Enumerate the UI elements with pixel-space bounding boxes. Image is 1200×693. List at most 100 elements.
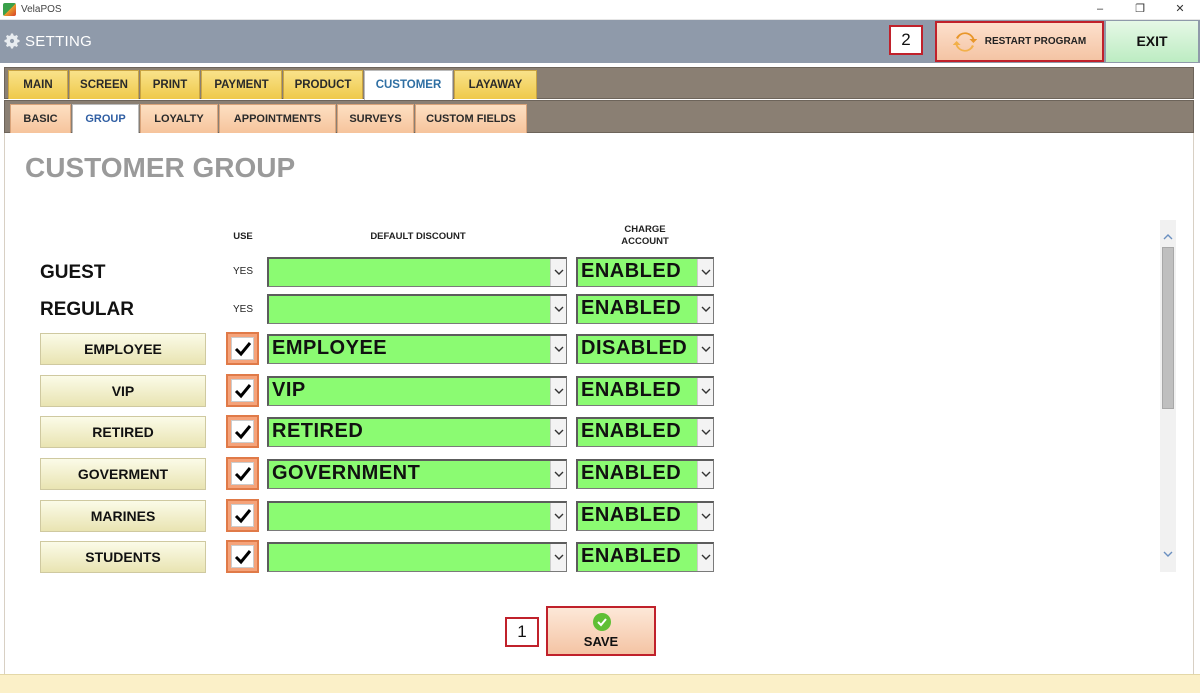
subtab-loyalty[interactable]: LOYALTY bbox=[140, 104, 218, 133]
charge-select-employee[interactable]: DISABLED bbox=[576, 334, 714, 364]
checkmark-icon bbox=[234, 466, 251, 481]
chevron-down-icon bbox=[550, 503, 566, 530]
group-button-goverment[interactable]: GOVERMENT bbox=[40, 458, 206, 490]
discount-select-employee[interactable]: EMPLOYEE bbox=[267, 334, 567, 364]
scroll-up-icon[interactable] bbox=[1160, 228, 1176, 244]
charge-value: DISABLED bbox=[581, 337, 688, 359]
charge-value: ENABLED bbox=[581, 260, 682, 282]
row-label-regular: REGULAR bbox=[40, 299, 134, 320]
chevron-down-icon bbox=[550, 336, 566, 363]
discount-select-regular[interactable] bbox=[267, 294, 567, 324]
chevron-down-icon bbox=[697, 544, 713, 571]
chevron-down-icon bbox=[550, 544, 566, 571]
annotation-marker-1: 1 bbox=[505, 617, 539, 647]
use-value-guest: YES bbox=[233, 266, 254, 277]
column-header-default-discount: DEFAULT DISCOUNT bbox=[370, 231, 466, 242]
scroll-thumb[interactable] bbox=[1162, 247, 1174, 409]
save-button[interactable]: SAVE bbox=[546, 606, 656, 656]
restore-button[interactable]: ❐ bbox=[1120, 0, 1160, 20]
customer-group-title: CUSTOMER GROUP bbox=[25, 152, 296, 183]
charge-select-students[interactable]: ENABLED bbox=[576, 542, 714, 572]
chevron-down-icon bbox=[697, 259, 713, 286]
use-checkbox-goverment[interactable] bbox=[226, 457, 259, 490]
discount-select-vip[interactable]: VIP bbox=[267, 376, 567, 406]
restart-program-label: RESTART PROGRAM bbox=[984, 36, 1087, 47]
restart-program-button[interactable]: RESTART PROGRAM bbox=[935, 21, 1104, 62]
charge-select-regular[interactable]: ENABLED bbox=[576, 294, 714, 324]
discount-select-retired[interactable]: RETIRED bbox=[267, 417, 567, 447]
use-checkbox-employee[interactable] bbox=[226, 332, 259, 365]
subtab-appointments[interactable]: APPOINTMENTS bbox=[219, 104, 336, 133]
charge-select-guest[interactable]: ENABLED bbox=[576, 257, 714, 287]
chevron-down-icon bbox=[697, 503, 713, 530]
discount-select-students[interactable] bbox=[267, 542, 567, 572]
checkmark-icon bbox=[234, 424, 251, 439]
subtab-surveys[interactable]: SURVEYS bbox=[337, 104, 414, 133]
column-header-use: USE bbox=[233, 231, 253, 242]
main-tab-bar: MAIN SCREEN PRINT PAYMENT PRODUCT CUSTOM… bbox=[4, 67, 1194, 100]
tab-customer[interactable]: CUSTOMER bbox=[364, 70, 453, 100]
tab-layaway[interactable]: LAYAWAY bbox=[454, 70, 537, 99]
subtab-custom-fields[interactable]: CUSTOM FIELDS bbox=[415, 104, 527, 133]
window-titlebar: VelaPOS – ❐ ✕ bbox=[0, 0, 1200, 20]
tab-main[interactable]: MAIN bbox=[8, 70, 68, 99]
scroll-down-icon[interactable] bbox=[1160, 546, 1176, 562]
charge-select-retired[interactable]: ENABLED bbox=[576, 417, 714, 447]
discount-value: VIP bbox=[272, 379, 306, 401]
charge-value: ENABLED bbox=[581, 297, 682, 319]
tab-product[interactable]: PRODUCT bbox=[283, 70, 363, 99]
group-button-retired[interactable]: RETIRED bbox=[40, 416, 206, 448]
tab-payment[interactable]: PAYMENT bbox=[201, 70, 282, 99]
chevron-down-icon bbox=[550, 378, 566, 405]
subtab-basic[interactable]: BASIC bbox=[10, 104, 71, 133]
group-button-employee[interactable]: EMPLOYEE bbox=[40, 333, 206, 365]
use-value-regular: YES bbox=[233, 304, 254, 315]
discount-select-goverment[interactable]: GOVERNMENT bbox=[267, 459, 567, 489]
chevron-down-icon bbox=[697, 336, 713, 363]
column-header-charge-account: CHARGE ACCOUNT bbox=[576, 224, 714, 248]
vertical-scrollbar[interactable] bbox=[1160, 220, 1176, 572]
group-button-students[interactable]: STUDENTS bbox=[40, 541, 206, 573]
group-button-vip[interactable]: VIP bbox=[40, 375, 206, 407]
chevron-down-icon bbox=[550, 259, 566, 286]
use-checkbox-vip[interactable] bbox=[226, 374, 259, 407]
annotation-marker-2: 2 bbox=[889, 25, 923, 55]
use-checkbox-students[interactable] bbox=[226, 540, 259, 573]
chevron-down-icon bbox=[697, 461, 713, 488]
charge-value: ENABLED bbox=[581, 545, 682, 567]
minimize-button[interactable]: – bbox=[1080, 0, 1120, 20]
checkmark-icon bbox=[234, 549, 251, 564]
tab-screen[interactable]: SCREEN bbox=[69, 70, 139, 99]
chevron-down-icon bbox=[550, 296, 566, 323]
group-button-marines[interactable]: MARINES bbox=[40, 500, 206, 532]
app-logo-icon bbox=[3, 3, 16, 16]
status-bar bbox=[0, 674, 1200, 693]
close-button[interactable]: ✕ bbox=[1160, 0, 1200, 20]
exit-button[interactable]: EXIT bbox=[1106, 21, 1198, 62]
charge-select-vip[interactable]: ENABLED bbox=[576, 376, 714, 406]
use-checkbox-marines[interactable] bbox=[226, 499, 259, 532]
chevron-down-icon bbox=[697, 296, 713, 323]
discount-value: EMPLOYEE bbox=[272, 337, 388, 359]
checkmark-icon bbox=[234, 383, 251, 398]
charge-value: ENABLED bbox=[581, 504, 682, 526]
charge-value: ENABLED bbox=[581, 379, 682, 401]
charge-select-marines[interactable]: ENABLED bbox=[576, 501, 714, 531]
restart-icon bbox=[952, 31, 977, 52]
chevron-down-icon bbox=[697, 419, 713, 446]
save-label: SAVE bbox=[583, 634, 619, 649]
discount-value: GOVERNMENT bbox=[272, 462, 421, 484]
use-checkbox-retired[interactable] bbox=[226, 415, 259, 448]
discount-select-guest[interactable] bbox=[267, 257, 567, 287]
charge-select-goverment[interactable]: ENABLED bbox=[576, 459, 714, 489]
window-title: VelaPOS bbox=[21, 4, 62, 15]
tab-print[interactable]: PRINT bbox=[140, 70, 200, 99]
subtab-group[interactable]: GROUP bbox=[72, 104, 139, 134]
charge-value: ENABLED bbox=[581, 462, 682, 484]
discount-value: RETIRED bbox=[272, 420, 364, 442]
charge-value: ENABLED bbox=[581, 420, 682, 442]
page-title-setting: SETTING bbox=[25, 33, 93, 50]
row-label-guest: GUEST bbox=[40, 262, 106, 283]
chevron-down-icon bbox=[550, 461, 566, 488]
discount-select-marines[interactable] bbox=[267, 501, 567, 531]
